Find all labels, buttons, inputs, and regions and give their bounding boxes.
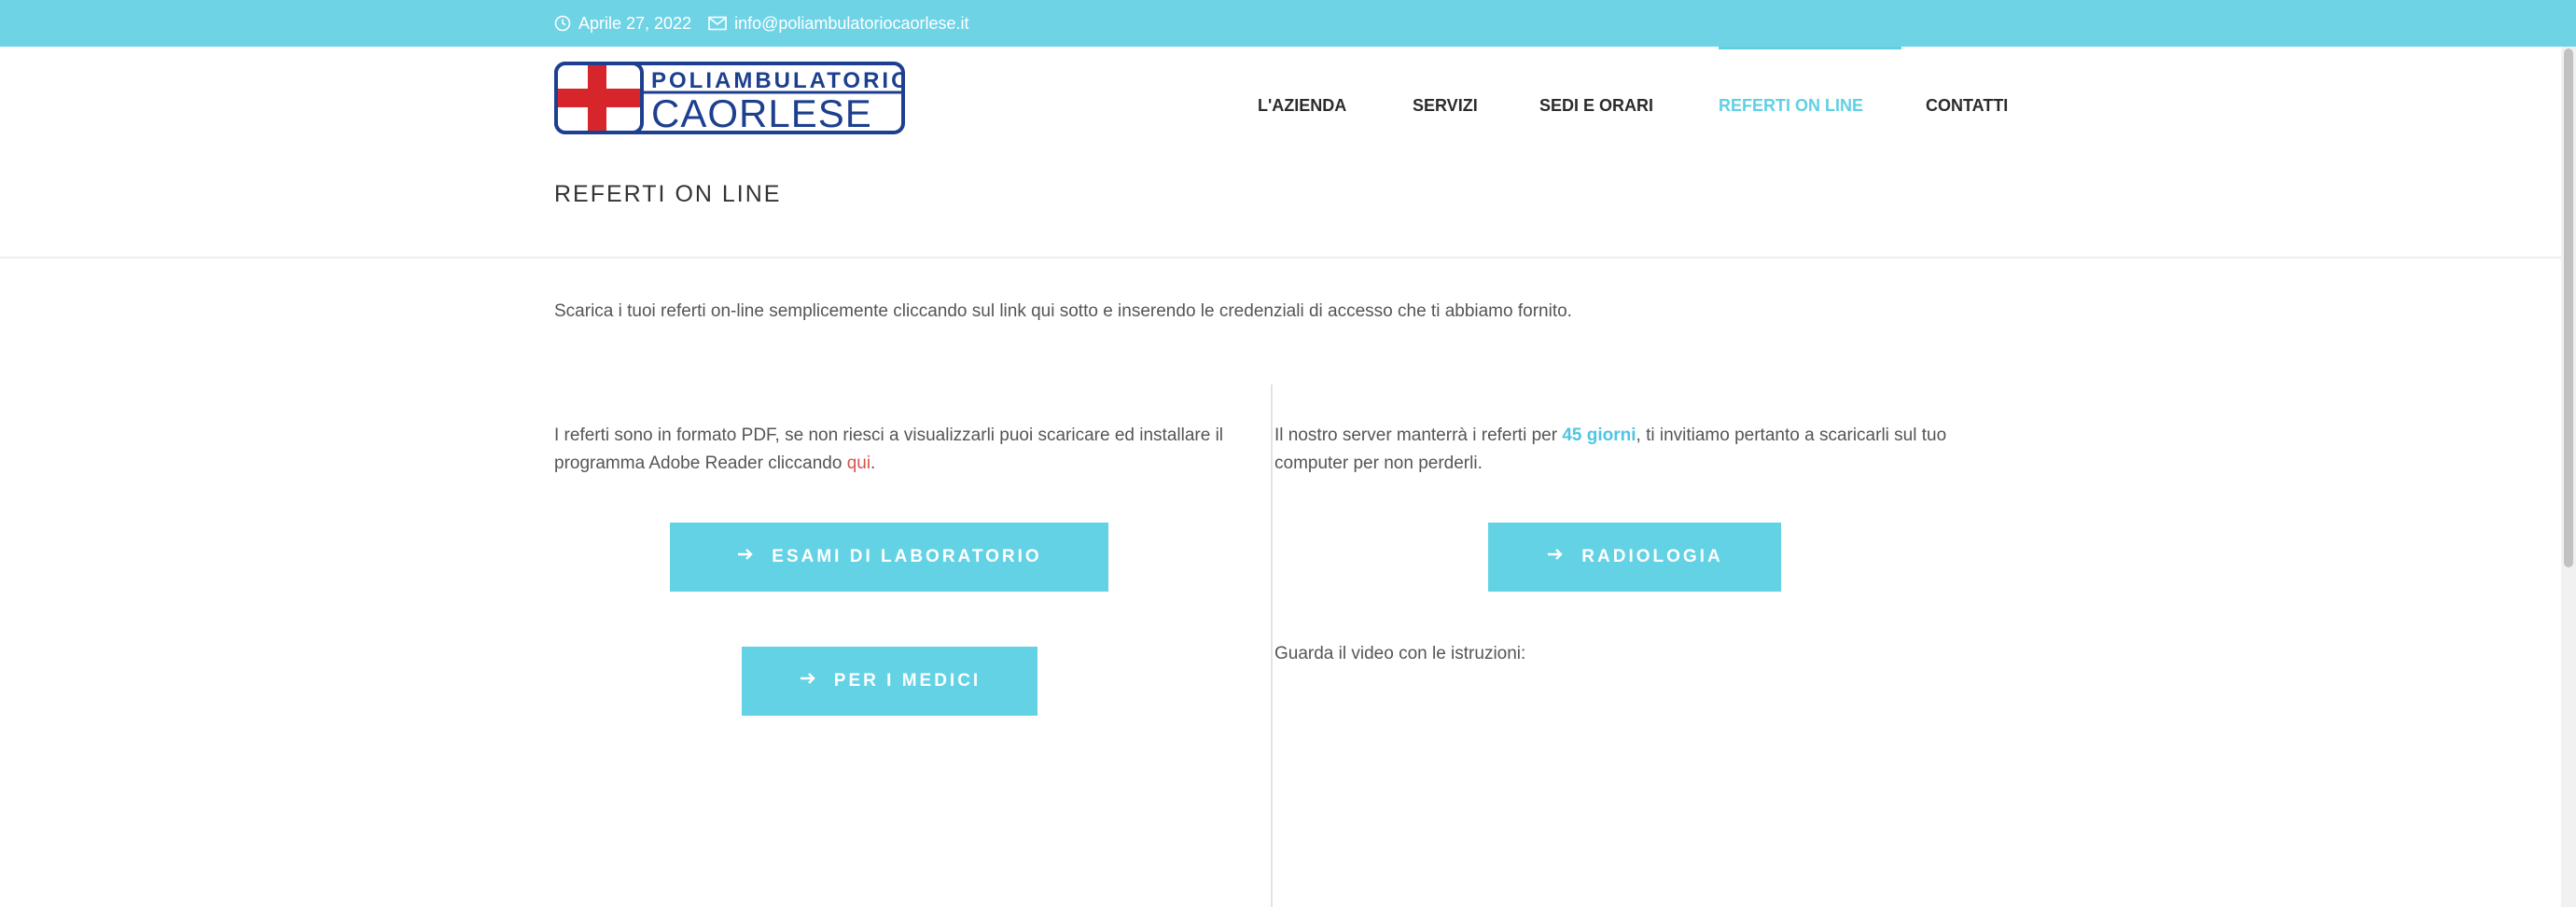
title-divider [0,257,2576,258]
retention-note: Il nostro server manterrà i referti per … [1274,422,2012,478]
radiologia-button[interactable]: RADIOLOGIA [1488,523,1781,592]
date-text: Aprile 27, 2022 [578,13,692,33]
arrow-right-icon [736,547,755,567]
top-info-bar: Aprile 27, 2022 info@poliambulatoriocaor… [0,0,2576,47]
arrow-right-icon [1546,547,1565,567]
intro-text: Scarica i tuoi referti on-line semplicem… [554,301,1572,321]
active-nav-indicator [1719,47,1901,49]
scrollbar-thumb[interactable] [2564,49,2573,567]
email-item[interactable]: info@poliambulatoriocaorlese.it [708,14,969,34]
logo-line1: POLIAMBULATORIO [651,68,905,93]
pdf-note: I referti sono in formato PDF, se non ri… [554,422,1273,478]
esami-di-laboratorio-button[interactable]: ESAMI DI LABORATORIO [670,523,1108,592]
nav-item-azienda[interactable]: L'AZIENDA [1258,96,1346,116]
main-nav: L'AZIENDA SERVIZI SEDI E ORARI REFERTI O… [0,96,2576,119]
retention-note-text-1: Il nostro server manterrà i referti per [1274,426,1563,445]
nav-item-contatti[interactable]: CONTATTI [1926,96,2008,116]
nav-item-referti-on-line[interactable]: REFERTI ON LINE [1719,96,1863,116]
pdf-note-end: . [870,454,876,473]
arrow-right-icon [799,671,817,691]
nav-item-sedi-orari[interactable]: SEDI E ORARI [1539,96,1653,116]
mail-icon [708,16,727,31]
retention-days: 45 giorni [1562,426,1636,445]
esami-button-label: ESAMI DI LABORATORIO [772,547,1042,566]
radiologia-button-label: RADIOLOGIA [1581,547,1723,566]
video-instructions-label: Guarda il video con le istruzioni: [1274,644,1526,663]
adobe-reader-link[interactable]: qui [847,454,870,473]
page-title: REFERTI ON LINE [554,181,782,207]
email-link[interactable]: info@poliambulatoriocaorlese.it [734,14,968,34]
per-i-medici-button[interactable]: PER I MEDICI [742,647,1037,716]
date-item: Aprile 27, 2022 [554,14,691,34]
clock-icon [554,15,571,32]
pdf-note-text: I referti sono in formato PDF, se non ri… [554,426,1224,473]
medici-button-label: PER I MEDICI [833,671,982,691]
nav-item-servizi[interactable]: SERVIZI [1413,96,1478,116]
